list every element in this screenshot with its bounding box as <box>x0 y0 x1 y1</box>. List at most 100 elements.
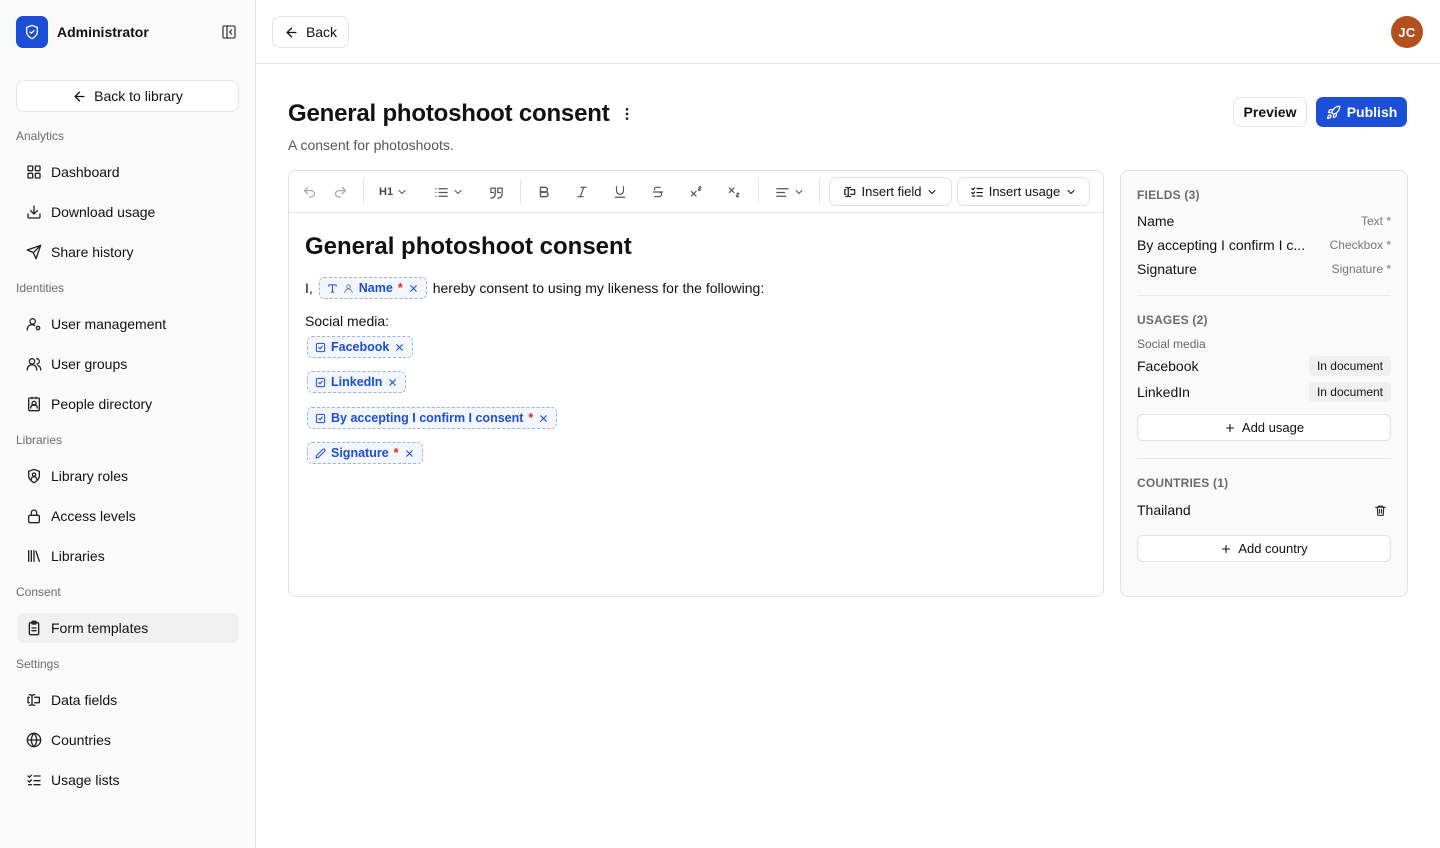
heading-dropdown[interactable]: H1 <box>379 182 408 202</box>
field-row[interactable]: Name Text * <box>1137 213 1391 229</box>
shield-logo-icon[interactable] <box>16 16 48 48</box>
field-icon <box>27 694 40 706</box>
page-subtitle: A consent for photoshoots. <box>288 137 454 153</box>
usage-row[interactable]: Facebook In document <box>1137 356 1391 376</box>
consent-field-row: By accepting I confirm I consent * <box>307 407 558 429</box>
sidebar-item-label: Libraries <box>51 548 105 564</box>
facebook-usage-chip[interactable]: Facebook <box>307 336 414 358</box>
quote-icon[interactable] <box>489 182 504 202</box>
sidebar-item-form-templates[interactable]: Form templates <box>18 613 238 643</box>
close-icon[interactable] <box>387 377 398 388</box>
sidebar-item-user-groups[interactable]: User groups <box>18 344 238 384</box>
plus-icon <box>1225 423 1234 432</box>
document-heading: General photoshoot consent <box>305 233 632 260</box>
sidebar-item-usage-lists[interactable]: Usage lists <box>18 760 238 800</box>
field-row[interactable]: Signature Signature * <box>1137 261 1391 277</box>
redo-icon[interactable] <box>333 182 348 202</box>
back-button[interactable]: Back <box>272 16 349 48</box>
close-icon[interactable] <box>538 413 549 424</box>
list-dropdown[interactable] <box>434 182 464 202</box>
close-icon[interactable] <box>394 342 405 353</box>
superscript-icon[interactable] <box>689 182 703 202</box>
usage-name: Facebook <box>1137 358 1199 374</box>
sidebar-item-user-management[interactable]: User management <box>18 304 238 344</box>
back-to-library-label: Back to library <box>94 88 183 104</box>
linkedin-usage-chip[interactable]: LinkedIn <box>307 371 407 393</box>
chip-label: LinkedIn <box>331 375 383 389</box>
sidebar-item-access-levels[interactable]: Access levels <box>18 496 238 536</box>
sidebar-item-countries[interactable]: Countries <box>18 720 238 760</box>
required-mark: * <box>397 281 403 295</box>
back-to-library-button[interactable]: Back to library <box>16 80 239 112</box>
sidebar-item-libraries[interactable]: Libraries <box>18 536 238 576</box>
more-vertical-icon[interactable] <box>617 104 637 124</box>
sidebar-header: Administrator <box>0 0 255 64</box>
publish-label: Publish <box>1346 104 1398 120</box>
list-checks-icon <box>27 774 41 786</box>
sidebar-item-data-fields[interactable]: Data fields <box>18 680 238 720</box>
list-icon <box>435 187 448 197</box>
sidebar-item-download-usage[interactable]: Download usage <box>18 192 238 232</box>
add-usage-button[interactable]: Add usage <box>1137 414 1391 441</box>
sidebar-nav: Analytics Dashboard Download usage Share… <box>0 120 256 800</box>
add-country-button[interactable]: Add country <box>1137 535 1391 562</box>
align-dropdown[interactable] <box>775 182 805 202</box>
group-label-analytics: Analytics <box>16 129 65 143</box>
insert-field-dropdown[interactable]: Insert field <box>829 177 952 206</box>
chevron-down-icon <box>398 190 406 194</box>
back-label: Back <box>305 24 338 40</box>
document-editor[interactable]: H1 Insert field Insert usage General pho… <box>288 170 1104 597</box>
chip-label: Facebook <box>331 340 390 354</box>
shield-user-icon <box>28 468 40 484</box>
line-suffix: hereby consent to using my likeness for … <box>432 280 765 296</box>
name-field-chip[interactable]: Name * <box>318 277 427 299</box>
underline-icon[interactable] <box>613 182 627 202</box>
sidebar-item-label: Access levels <box>51 508 136 524</box>
italic-icon[interactable] <box>575 182 589 202</box>
country-name: Thailand <box>1137 502 1191 518</box>
divider <box>1137 295 1391 296</box>
subscript-icon[interactable] <box>727 182 741 202</box>
group-label-settings: Settings <box>16 657 60 671</box>
sidebar-item-label: Download usage <box>51 204 156 220</box>
sidebar-item-library-roles[interactable]: Library roles <box>18 456 238 496</box>
field-name: Signature <box>1137 261 1197 277</box>
strikethrough-icon[interactable] <box>651 182 665 202</box>
sidebar-collapse-icon[interactable] <box>219 22 239 42</box>
sidebar-item-label: Dashboard <box>51 164 120 180</box>
undo-icon[interactable] <box>302 182 317 202</box>
properties-panel: FIELDS (3) Name Text * By accepting I co… <box>1120 170 1408 597</box>
field-row[interactable]: By accepting I confirm I c... Checkbox * <box>1137 237 1391 253</box>
arrow-left-icon <box>74 91 85 101</box>
insert-usage-dropdown[interactable]: Insert usage <box>957 177 1090 206</box>
close-icon[interactable] <box>408 283 419 294</box>
usages-title: USAGES (2) <box>1137 313 1208 327</box>
align-left-icon <box>776 187 789 197</box>
download-icon <box>27 205 41 219</box>
text-cursor-input-icon <box>843 186 855 197</box>
consent-checkbox-chip[interactable]: By accepting I confirm I consent * <box>307 407 558 429</box>
preview-button[interactable]: Preview <box>1233 97 1307 127</box>
close-icon[interactable] <box>404 448 415 459</box>
chevron-down-icon <box>928 189 936 194</box>
publish-button[interactable]: Publish <box>1316 97 1407 127</box>
group-label-libraries: Libraries <box>16 433 63 447</box>
avatar[interactable]: JC <box>1391 16 1423 48</box>
sidebar: Administrator Back to library Analytics … <box>0 0 256 848</box>
toolbar-divider <box>758 179 759 203</box>
sidebar-item-label: Usage lists <box>51 772 120 788</box>
arrow-left-icon <box>286 27 297 37</box>
signature-chip[interactable]: Signature * <box>307 442 423 464</box>
sidebar-item-people-directory[interactable]: People directory <box>18 384 238 424</box>
trash-icon[interactable] <box>1374 504 1391 517</box>
group-label-identities: Identities <box>16 281 65 295</box>
bold-icon[interactable] <box>537 182 551 202</box>
sidebar-item-dashboard[interactable]: Dashboard <box>18 152 238 192</box>
social-media-label: Social media: <box>305 313 390 329</box>
insert-field-label: Insert field <box>861 184 922 199</box>
chevron-down-icon <box>1067 189 1075 194</box>
usage-row[interactable]: LinkedIn In document <box>1137 382 1391 402</box>
sidebar-item-share-history[interactable]: Share history <box>18 232 238 272</box>
status-badge: In document <box>1308 356 1391 376</box>
checkbox-icon <box>315 342 326 352</box>
